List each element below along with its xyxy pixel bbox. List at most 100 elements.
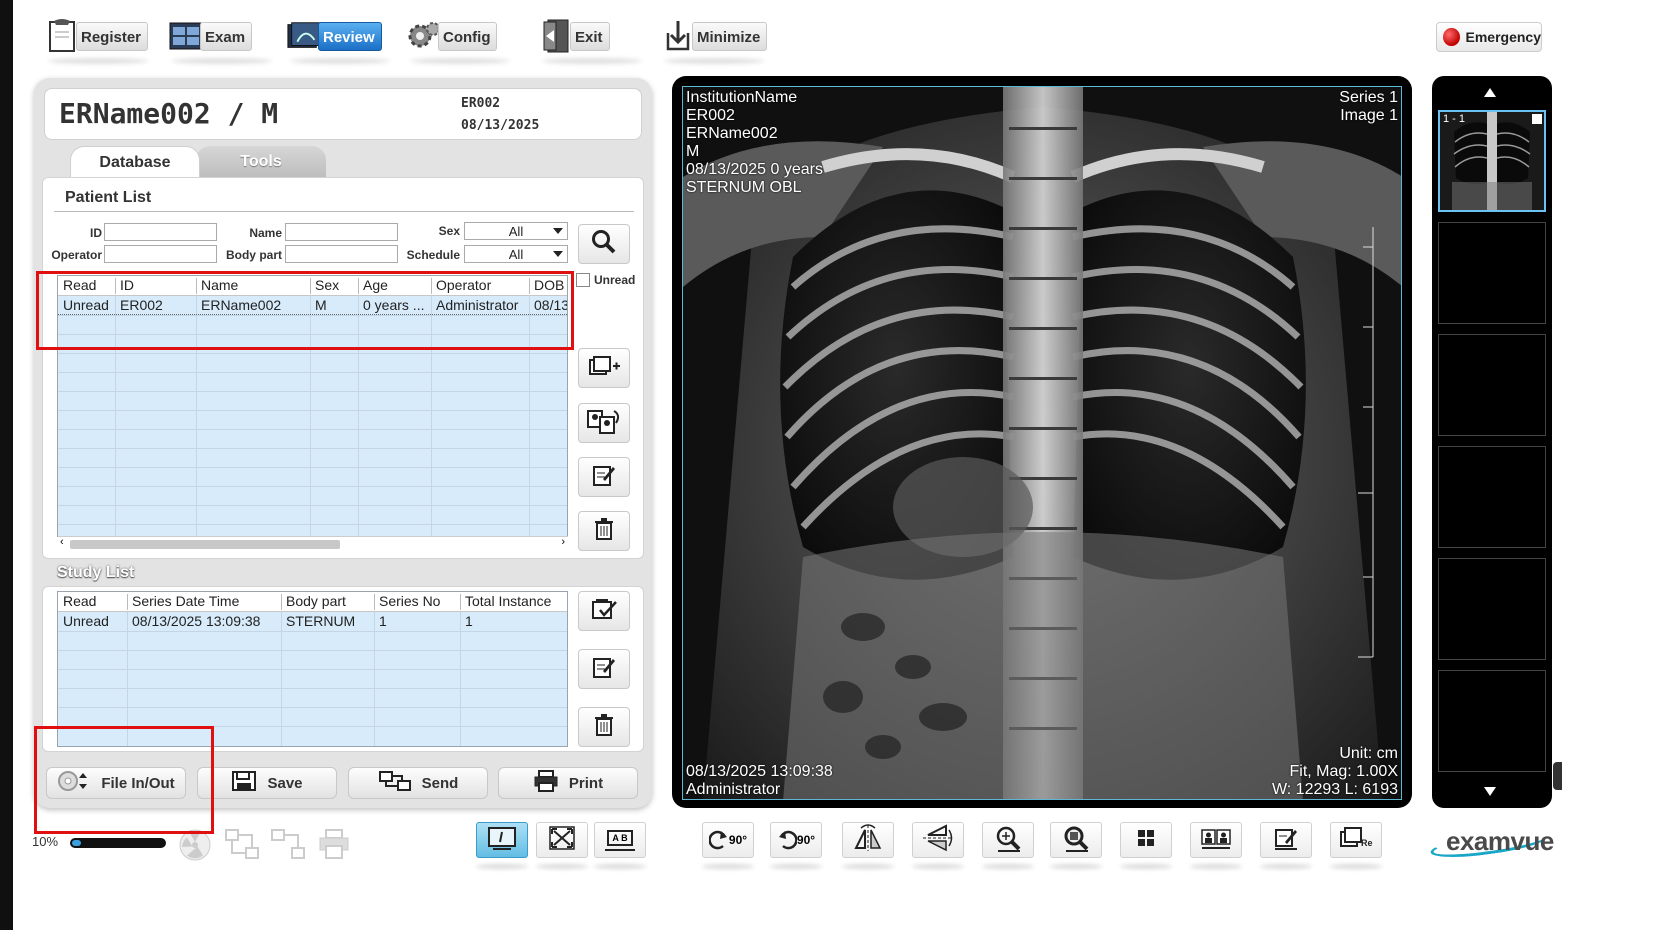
unread-checkbox[interactable]: [576, 273, 590, 287]
patient-list-column-header[interactable]: ID: [115, 277, 196, 293]
overlay-bottom-left: 08/13/2025 13:09:38 Administrator: [686, 763, 833, 799]
column-separator[interactable]: [281, 594, 282, 610]
patient-list-column-header[interactable]: Name: [196, 277, 310, 293]
grid-line: [431, 296, 432, 536]
patient-list-column-header[interactable]: Sex: [310, 277, 358, 293]
toolbar-shadow: [982, 864, 1034, 869]
delete-study-button[interactable]: [578, 707, 630, 747]
name-filter-input[interactable]: [285, 223, 398, 241]
sex-filter-select[interactable]: All: [464, 222, 568, 240]
table-row[interactable]: Unread ER002 ERName002 M 0 years ... Administ…: [58, 297, 567, 315]
column-separator[interactable]: [374, 594, 375, 610]
layout-grid-button[interactable]: [1120, 822, 1172, 858]
study-list-cell: Unread: [63, 613, 109, 629]
column-separator[interactable]: [127, 594, 128, 610]
delete-patient-button[interactable]: [578, 511, 630, 551]
schedule-filter-label: Schedule: [406, 248, 460, 262]
magnifier-button[interactable]: [1050, 822, 1102, 858]
exam-button[interactable]: Exam: [168, 15, 253, 57]
patient-list-hscrollbar[interactable]: ‹ ›: [58, 536, 568, 550]
zoom-button[interactable]: [982, 822, 1034, 858]
config-button[interactable]: Config: [406, 15, 498, 57]
minimize-button[interactable]: Minimize: [660, 15, 768, 57]
review-button[interactable]: Review: [286, 15, 382, 57]
thumbnail-scroll-down-icon[interactable]: [1484, 787, 1496, 796]
patient-list-table[interactable]: Read ID Name Sex Age Operator DOB Unread ER002 E…: [57, 275, 568, 537]
annotate-button[interactable]: [1260, 822, 1312, 858]
column-separator[interactable]: [115, 278, 116, 294]
fit-screen-button[interactable]: [536, 822, 588, 858]
study-list-column-header[interactable]: Series Date Time: [127, 593, 281, 609]
emergency-button[interactable]: Emergency: [1436, 22, 1542, 52]
patient-list-column-header[interactable]: Operator: [431, 277, 529, 293]
send-button[interactable]: Send: [348, 767, 488, 799]
merge-patient-icon: [586, 407, 622, 440]
save-button[interactable]: Save: [197, 767, 337, 799]
column-separator[interactable]: [431, 278, 432, 294]
add-series-button[interactable]: [578, 348, 630, 388]
merge-patient-button[interactable]: [578, 403, 630, 443]
overlay-info-button[interactable]: [476, 822, 528, 858]
thumbnail-checkbox[interactable]: [1532, 114, 1542, 124]
table-row[interactable]: Unread 08/13/2025 13:09:38 STERNUM 1 1: [58, 613, 567, 631]
study-list-column-header[interactable]: Total Instance: [460, 593, 567, 609]
operator-filter-input[interactable]: [104, 245, 217, 263]
patient-list-column-header[interactable]: Read: [58, 277, 115, 293]
overlay-image: Image 1: [1340, 107, 1398, 124]
scroll-right-icon[interactable]: ›: [561, 536, 565, 548]
scroll-left-icon[interactable]: ‹: [60, 536, 64, 548]
overlay-institution: InstitutionName: [686, 89, 798, 106]
side-panel-toggle[interactable]: [1553, 762, 1562, 790]
patient-list-column-header[interactable]: DOB: [529, 277, 567, 293]
grid-line: [58, 315, 567, 316]
file-in-out-button[interactable]: File In/Out: [46, 767, 186, 799]
column-separator[interactable]: [358, 278, 359, 294]
flip-horizontal-button[interactable]: [842, 822, 894, 858]
operator-filter-label: Operator: [51, 248, 102, 262]
tab-database[interactable]: Database: [70, 146, 200, 178]
grid-layout-icon: [1136, 828, 1156, 853]
id-filter-input[interactable]: [104, 223, 217, 241]
reprocess-icon: Re: [1339, 826, 1373, 855]
edit-study-button[interactable]: [578, 649, 630, 689]
compare-patients-button[interactable]: [1190, 822, 1242, 858]
toolbar-shadow: [770, 864, 822, 869]
mark-read-button[interactable]: [578, 591, 630, 631]
flip-vertical-button[interactable]: [912, 822, 964, 858]
rotate-cw-button[interactable]: 90°: [702, 822, 754, 858]
toolbar-shadow: [1050, 864, 1102, 869]
column-separator[interactable]: [310, 278, 311, 294]
bodypart-filter-input[interactable]: [285, 245, 398, 263]
tab-tools[interactable]: Tools: [196, 146, 326, 178]
edit-patient-button[interactable]: [578, 457, 630, 497]
gear-icon: [406, 18, 442, 54]
reprocess-button[interactable]: Re: [1330, 822, 1382, 858]
rotate-ccw-button[interactable]: 90°: [770, 822, 822, 858]
schedule-filter-select[interactable]: All: [464, 245, 568, 263]
study-list-table[interactable]: Read Series Date Time Body part Series No To…: [57, 591, 568, 747]
toolbar-shadow: [912, 864, 964, 869]
compare-ab-button[interactable]: A B: [594, 822, 646, 858]
patient-list-column-header[interactable]: Age: [358, 277, 431, 293]
search-button[interactable]: [578, 224, 630, 264]
column-separator[interactable]: [529, 278, 530, 294]
patient-date: 08/13/2025: [461, 118, 540, 133]
hscroll-thumb[interactable]: [70, 540, 340, 549]
column-separator[interactable]: [460, 594, 461, 610]
print-button[interactable]: Print: [498, 767, 638, 799]
thumbnail-selected[interactable]: 1 - 1: [1438, 110, 1546, 212]
study-list-column-header[interactable]: Read: [58, 593, 127, 609]
register-button[interactable]: Register: [44, 15, 149, 57]
toolbar-shadow: [1190, 864, 1242, 869]
study-list-column-header[interactable]: Body part: [281, 593, 374, 609]
overlay-top-left: InstitutionName ER002 ERName002 M 08/13/…: [686, 89, 823, 197]
name-filter-label: Name: [249, 226, 282, 240]
grid-line: [58, 505, 567, 506]
exit-button[interactable]: Exit: [538, 15, 610, 57]
thumbnail-scroll-up-icon[interactable]: [1484, 88, 1496, 97]
review-icon: [286, 18, 322, 54]
edit-icon: [1273, 826, 1299, 855]
column-separator[interactable]: [196, 278, 197, 294]
patient-list-cell: Unread: [63, 297, 109, 313]
study-list-column-header[interactable]: Series No: [374, 593, 460, 609]
